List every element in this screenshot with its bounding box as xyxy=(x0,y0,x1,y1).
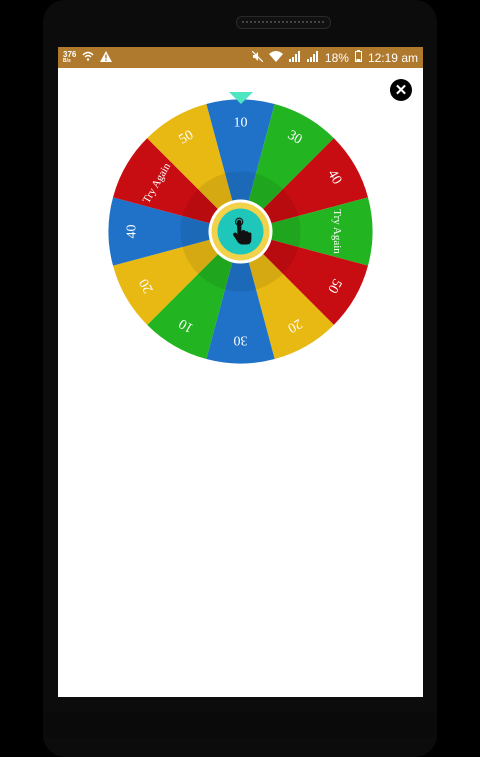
nav-bar-area xyxy=(43,712,437,738)
app-screen: 376 B/s 18% 12:19 am ✕ 10 30 40 Try Agai… xyxy=(58,47,423,697)
status-bar: 376 B/s 18% 12:19 am xyxy=(58,47,423,68)
warning-icon xyxy=(100,50,113,65)
network-speed-value: 376 xyxy=(63,49,77,59)
clock: 12:19 am xyxy=(367,50,418,65)
battery-icon xyxy=(354,50,362,65)
speaker-grill xyxy=(236,16,331,29)
mute-icon xyxy=(251,50,264,65)
wheel-segment-label: Try Again xyxy=(331,209,343,254)
signal-icon xyxy=(288,50,301,65)
prize-wheel[interactable]: 10 30 40 Try Again 50 20 30 10 20 40 Try Again 50 xyxy=(108,92,373,364)
wheel-segment-label: 40 xyxy=(125,225,140,239)
network-speed: 376 B/s xyxy=(63,49,77,65)
spin-button[interactable] xyxy=(208,199,273,264)
wheel-segment-label: 30 xyxy=(234,332,248,347)
signal-icon xyxy=(306,50,319,65)
wifi-icon xyxy=(268,50,283,65)
wheel-pointer xyxy=(229,92,253,104)
wheel-segment-label: 10 xyxy=(234,116,248,131)
network-speed-unit: B/s xyxy=(63,57,71,64)
battery-percent: 18% xyxy=(324,50,349,65)
close-button[interactable]: ✕ xyxy=(390,79,412,101)
wifi-call-icon xyxy=(82,51,94,64)
close-icon: ✕ xyxy=(394,82,408,99)
